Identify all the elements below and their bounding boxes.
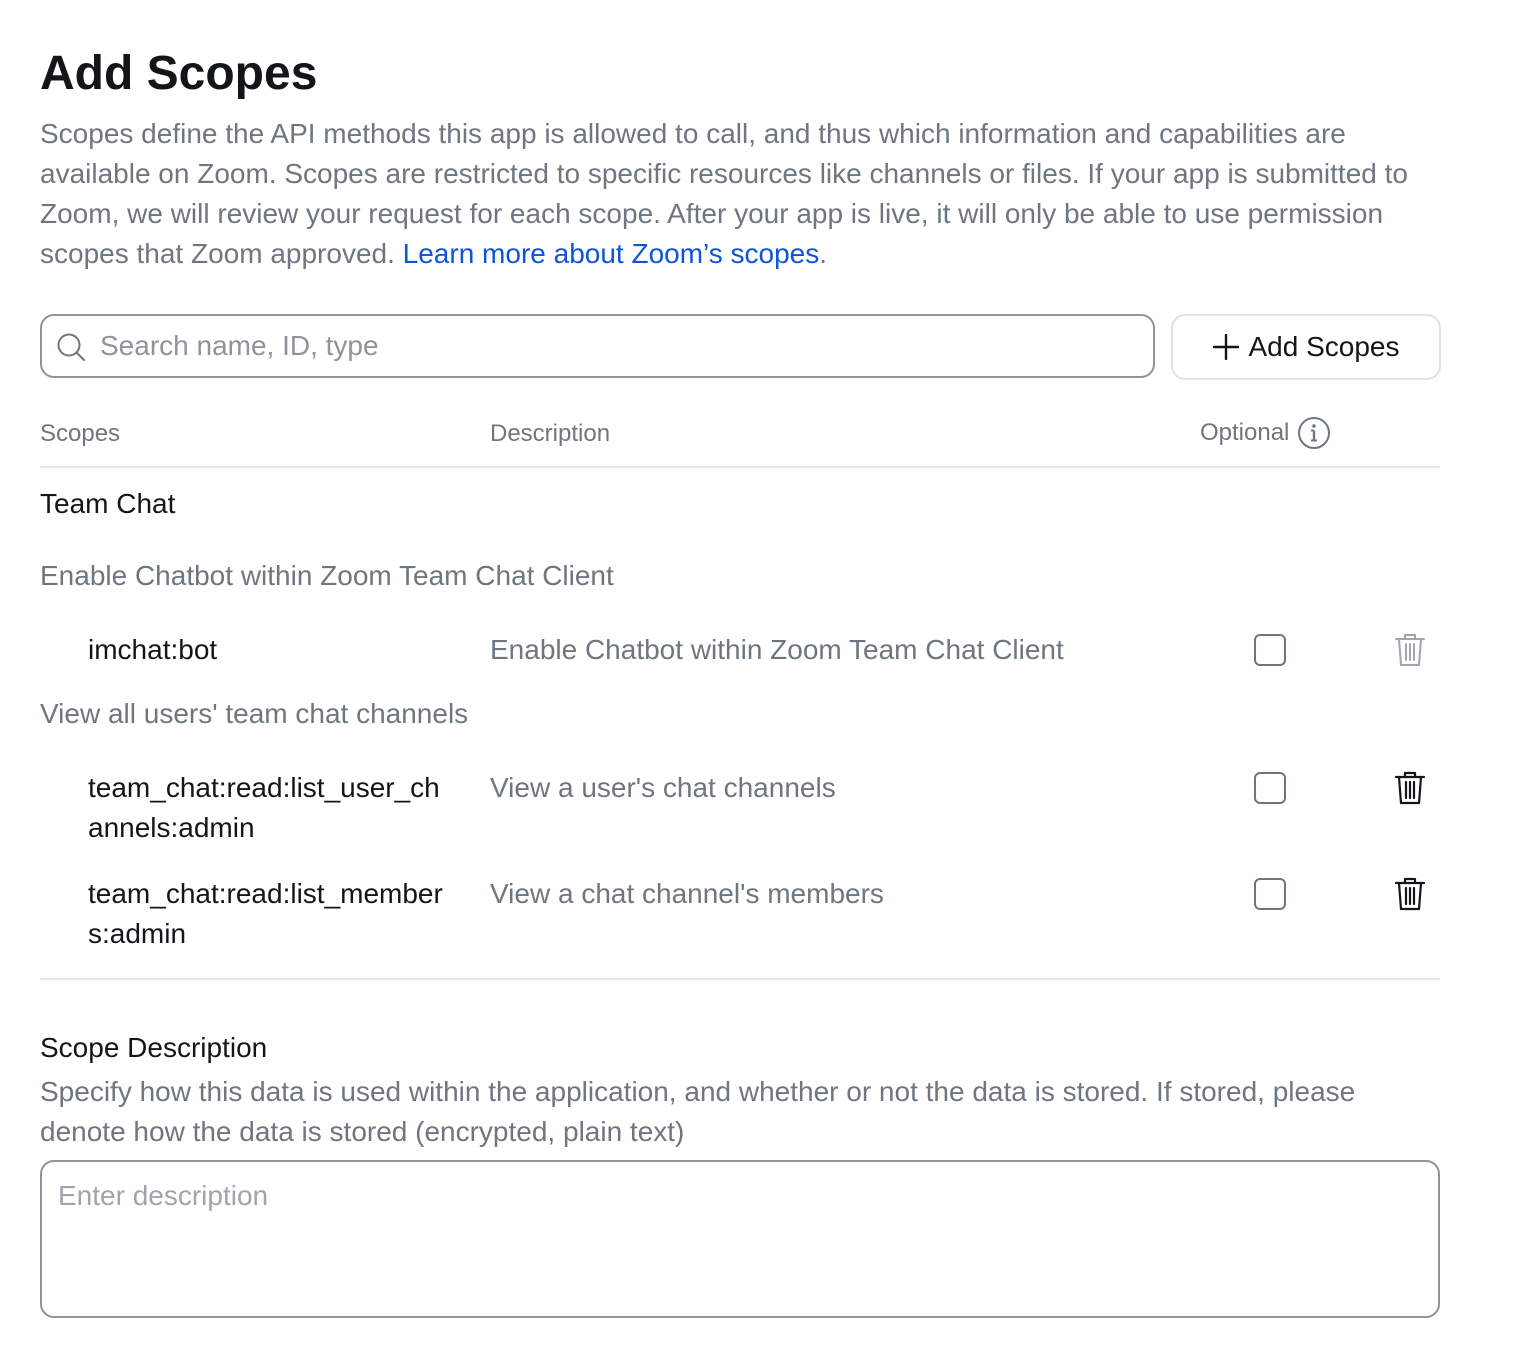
- add-scopes-label: Add Scopes: [1248, 331, 1400, 362]
- info-icon[interactable]: [1297, 416, 1331, 450]
- scope-description-textarea[interactable]: [40, 1160, 1440, 1318]
- page-title: Add Scopes: [40, 47, 318, 100]
- scope-description: Enable Chatbot within Zoom Team Chat Cli…: [490, 634, 1064, 665]
- table-bottom-divider: [40, 978, 1440, 980]
- trash-icon[interactable]: [1392, 876, 1428, 912]
- optional-checkbox[interactable]: [1254, 772, 1286, 804]
- intro-period: .: [819, 238, 828, 269]
- column-header-optional: Optional: [1200, 419, 1290, 446]
- add-scopes-button[interactable]: Add Scopes: [1171, 314, 1441, 380]
- scope-name: team_chat:read:list_members:admin: [88, 878, 443, 949]
- scope-name: imchat:bot: [88, 634, 218, 665]
- search-box[interactable]: [40, 314, 1155, 378]
- scope-description-title: Scope Description: [40, 1032, 268, 1063]
- plus-icon: [1212, 334, 1239, 360]
- scope-description: View a chat channel's members: [490, 878, 884, 909]
- intro-text: Scopes define the API methods this app i…: [40, 114, 1440, 274]
- optional-checkbox[interactable]: [1254, 634, 1286, 666]
- trash-icon[interactable]: [1392, 632, 1428, 668]
- group-title-team-chat: Team Chat: [40, 488, 176, 519]
- search-icon: [57, 333, 85, 361]
- scope-description: View a user's chat channels: [490, 772, 836, 803]
- subgroup-title: Enable Chatbot within Zoom Team Chat Cli…: [40, 560, 614, 591]
- optional-checkbox[interactable]: [1254, 878, 1286, 910]
- search-input[interactable]: [100, 324, 1140, 368]
- table-header-divider: [40, 466, 1440, 468]
- learn-more-link[interactable]: Learn more about Zoom’s scopes: [403, 238, 820, 269]
- subgroup-title: View all users' team chat channels: [40, 698, 469, 729]
- scope-name: team_chat:read:list_user_channels:admin: [88, 772, 440, 843]
- trash-icon[interactable]: [1392, 770, 1428, 806]
- column-header-description: Description: [490, 420, 611, 447]
- scope-description-help: Specify how this data is used within the…: [40, 1076, 1356, 1147]
- column-header-scopes: Scopes: [40, 420, 121, 447]
- column-header-optional-wrap: Optional: [1200, 416, 1331, 450]
